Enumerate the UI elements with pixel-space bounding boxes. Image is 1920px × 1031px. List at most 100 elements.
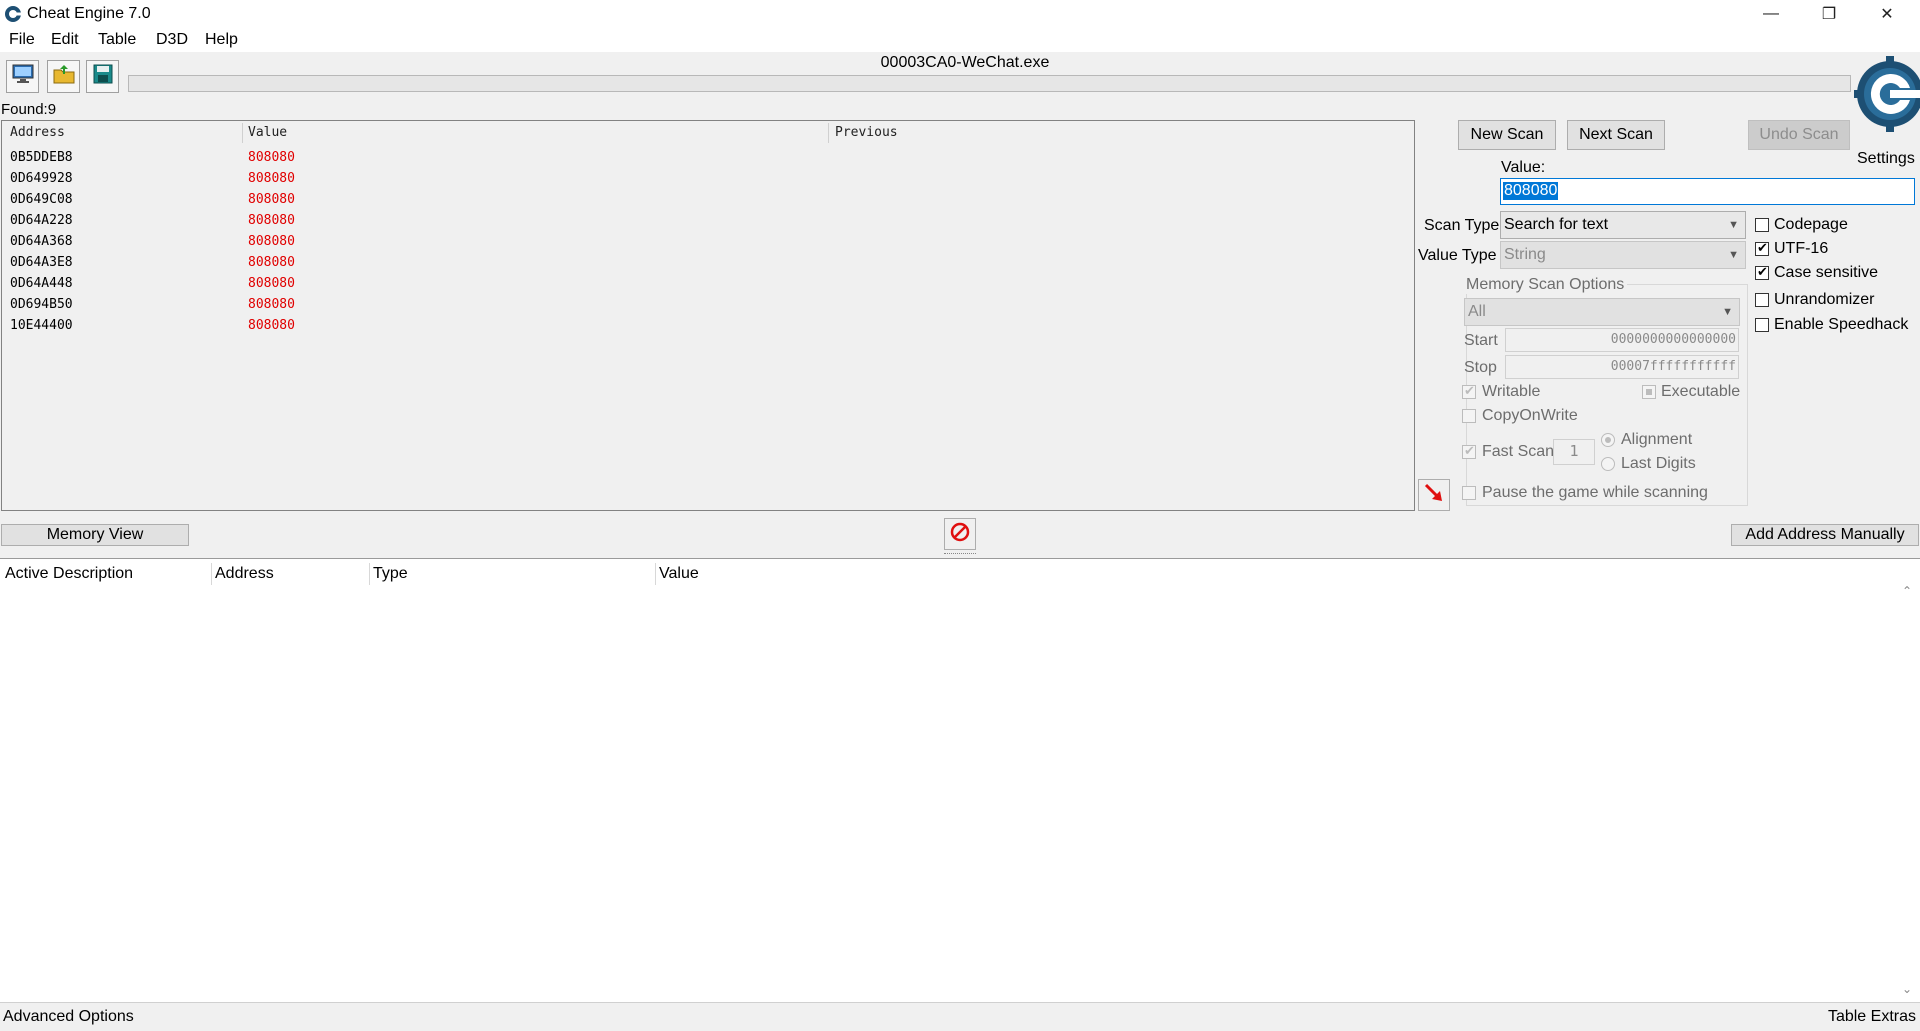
row-value: 808080 xyxy=(248,192,295,207)
column-header-previous[interactable]: Previous xyxy=(835,125,898,140)
pause-game-label: Pause the game while scanning xyxy=(1482,484,1708,501)
case-sensitive-label: Case sensitive xyxy=(1774,264,1879,281)
found-number: 9 xyxy=(47,101,57,118)
select-process-button[interactable] xyxy=(6,60,39,93)
copy-on-write-checkbox[interactable] xyxy=(1462,409,1476,423)
last-digits-radio[interactable] xyxy=(1601,457,1615,471)
row-value: 808080 xyxy=(248,213,295,228)
new-scan-button[interactable]: New Scan xyxy=(1458,120,1556,150)
speedhack-checkbox[interactable] xyxy=(1755,318,1769,332)
stop-label: Stop xyxy=(1464,359,1497,376)
column-header-active-description[interactable]: Active Description xyxy=(5,565,133,583)
settings-button[interactable]: Settings xyxy=(1854,54,1920,167)
address-table[interactable]: Active Description Address Type Value xyxy=(0,558,1920,1003)
table-extras-button[interactable]: Table Extras xyxy=(1828,1008,1916,1026)
stop-address-input[interactable]: 00007fffffffffff xyxy=(1505,355,1739,379)
memory-region-value: All xyxy=(1468,303,1486,320)
check-icon: ✔ xyxy=(1757,240,1768,255)
start-address-input[interactable]: 0000000000000000 xyxy=(1505,328,1739,352)
menu-table[interactable]: Table xyxy=(98,31,136,49)
process-title: 00003CA0-WeChat.exe xyxy=(880,54,1050,71)
row-address: 0D649928 xyxy=(10,171,73,186)
column-separator xyxy=(211,563,212,585)
writable-checkbox[interactable]: ✔ xyxy=(1462,383,1476,399)
table-row[interactable]: 10E44400 808080 xyxy=(2,315,1414,336)
column-separator xyxy=(655,563,656,585)
scan-value-input[interactable]: 808080 xyxy=(1500,178,1915,205)
row-value: 808080 xyxy=(248,297,295,312)
column-separator xyxy=(828,123,829,143)
radio-dot-icon xyxy=(1605,437,1611,443)
add-selected-to-list-button[interactable] xyxy=(1418,479,1450,511)
settings-label: Settings xyxy=(1857,150,1915,167)
advanced-options-button[interactable]: Advanced Options xyxy=(3,1008,134,1026)
menu-help[interactable]: Help xyxy=(205,31,238,49)
maximize-button[interactable]: ❐ xyxy=(1800,0,1858,28)
menu-file[interactable]: File xyxy=(9,31,35,49)
value-type-value: String xyxy=(1504,246,1546,263)
table-row[interactable]: 0D649928 808080 xyxy=(2,168,1414,189)
cheat-engine-logo-icon xyxy=(1854,54,1920,149)
scan-type-label: Scan Type xyxy=(1424,217,1500,234)
alignment-radio[interactable] xyxy=(1601,433,1615,447)
memory-view-button[interactable]: Memory View xyxy=(1,524,189,546)
open-folder-icon xyxy=(52,63,76,90)
pause-game-checkbox[interactable] xyxy=(1462,486,1476,500)
next-scan-button[interactable]: Next Scan xyxy=(1567,120,1665,150)
clear-list-button[interactable] xyxy=(944,518,976,550)
table-row[interactable]: 0D64A3E8 808080 xyxy=(2,252,1414,273)
last-digits-label: Last Digits xyxy=(1621,455,1696,472)
table-row[interactable]: 0D64A448 808080 xyxy=(2,273,1414,294)
row-value: 808080 xyxy=(248,150,295,165)
table-row[interactable]: 0D649C08 808080 xyxy=(2,189,1414,210)
table-row[interactable]: 0B5DDEB8 808080 xyxy=(2,147,1414,168)
scroll-up-icon[interactable]: ⌃ xyxy=(1902,584,1912,598)
scan-type-select[interactable]: Search for text ▼ xyxy=(1500,211,1746,239)
value-type-label: Value Type xyxy=(1418,247,1497,264)
fast-scan-value-input[interactable]: 1 xyxy=(1553,439,1595,465)
column-header-value[interactable]: Value xyxy=(248,125,287,140)
column-header-address[interactable]: Address xyxy=(215,565,274,583)
scroll-down-icon[interactable]: ⌄ xyxy=(1902,982,1912,996)
open-file-button[interactable] xyxy=(47,60,80,93)
splitter-handle[interactable] xyxy=(944,553,976,556)
check-icon: ✔ xyxy=(1464,443,1475,458)
minimize-button[interactable]: — xyxy=(1742,0,1800,28)
table-row[interactable]: 0D694B50 808080 xyxy=(2,294,1414,315)
column-header-type[interactable]: Type xyxy=(373,565,408,583)
codepage-checkbox[interactable] xyxy=(1755,218,1769,232)
unrandomizer-label: Unrandomizer xyxy=(1774,291,1875,308)
add-address-manually-button[interactable]: Add Address Manually xyxy=(1731,524,1919,546)
column-header-value[interactable]: Value xyxy=(659,565,699,583)
utf16-checkbox[interactable]: ✔ xyxy=(1755,240,1769,256)
executable-label: Executable xyxy=(1661,383,1741,400)
row-value: 808080 xyxy=(248,234,295,249)
scan-results-list[interactable]: Address Value Previous 0B5DDEB8 808080 0D… xyxy=(1,120,1415,511)
speedhack-label: Enable Speedhack xyxy=(1774,316,1909,333)
memory-region-select[interactable]: All ▼ xyxy=(1464,298,1740,326)
executable-checkbox[interactable] xyxy=(1642,385,1656,399)
fast-scan-label: Fast Scan xyxy=(1482,443,1555,460)
table-row[interactable]: 0D64A368 808080 xyxy=(2,231,1414,252)
fast-scan-checkbox[interactable]: ✔ xyxy=(1462,443,1476,459)
save-disk-icon xyxy=(92,63,114,90)
menu-d3d[interactable]: D3D xyxy=(156,31,188,49)
value-label: Value: xyxy=(1501,159,1546,176)
save-button[interactable] xyxy=(86,60,119,93)
undo-scan-button[interactable]: Undo Scan xyxy=(1748,120,1850,150)
unrandomizer-checkbox[interactable] xyxy=(1755,293,1769,307)
scan-progress-bar xyxy=(128,75,1851,92)
case-sensitive-checkbox[interactable]: ✔ xyxy=(1755,264,1769,280)
chevron-down-icon: ▼ xyxy=(1728,249,1739,261)
row-address: 0D64A368 xyxy=(10,234,73,249)
window-title: Cheat Engine 7.0 xyxy=(27,5,151,22)
column-separator xyxy=(369,563,370,585)
close-button[interactable]: ✕ xyxy=(1858,0,1916,28)
codepage-label: Codepage xyxy=(1774,216,1848,233)
address-table-scrollbar[interactable]: ⌃ ⌄ xyxy=(1899,584,1919,1002)
table-row[interactable]: 0D64A228 808080 xyxy=(2,210,1414,231)
value-type-select[interactable]: String ▼ xyxy=(1500,241,1746,269)
column-header-address[interactable]: Address xyxy=(10,125,65,140)
memory-scan-options-label: Memory Scan Options xyxy=(1466,276,1628,294)
menu-edit[interactable]: Edit xyxy=(51,31,79,49)
